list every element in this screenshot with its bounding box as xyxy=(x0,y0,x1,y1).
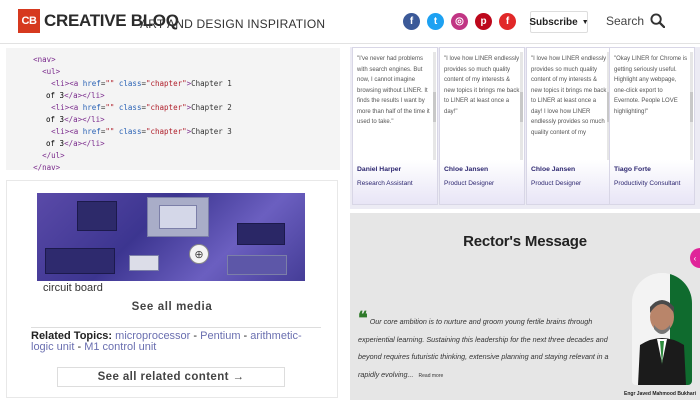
testimonial-name: Chloe Jansen xyxy=(444,166,489,173)
rector-message-text: Our core ambition is to nurture and groo… xyxy=(358,317,609,379)
testimonial-quote: "I love how LINER endlessly provides so … xyxy=(531,56,607,136)
testimonial-card[interactable]: "I've never had problems with search eng… xyxy=(352,47,438,205)
see-all-media-link[interactable]: See all media xyxy=(7,301,337,313)
testimonial-card[interactable]: "I love how LINER endlessly provides so … xyxy=(526,47,612,205)
code-line: </ul> xyxy=(42,151,65,160)
rector-portrait xyxy=(632,273,692,385)
see-all-related-button[interactable]: See all related content → xyxy=(57,367,285,387)
code-line: <li><a href="" class="chapter">Chapter 1 xyxy=(51,79,232,88)
related-topic-link[interactable]: M1 control unit xyxy=(84,341,156,353)
related-topics: Related Topics: microprocessor - Pentium… xyxy=(31,327,321,353)
facebook-icon[interactable]: f xyxy=(403,13,420,30)
testimonial-quote: "I've never had problems with search eng… xyxy=(357,56,430,125)
read-more-link[interactable]: Read more xyxy=(419,373,444,379)
code-line: <nav> xyxy=(33,55,56,64)
rector-message: ❝ Our core ambition is to nurture and gr… xyxy=(358,309,628,385)
related-topic-link[interactable]: Pentium xyxy=(200,330,240,342)
code-line: <ul> xyxy=(42,67,61,76)
testimonial-card[interactable]: "I love how LINER endlessly provides so … xyxy=(439,47,525,205)
rector-message-section: ‹ Rector's Message ❝ Our core ambition i… xyxy=(350,213,700,400)
testimonial-name: Chloe Jansen xyxy=(531,166,576,173)
testimonials-carousel: "I've never had problems with search eng… xyxy=(350,47,700,209)
instagram-icon[interactable]: ◎ xyxy=(451,13,468,30)
logo-mark: CB xyxy=(18,9,40,33)
code-line: <li><a href="" class="chapter">Chapter 3 xyxy=(51,127,232,136)
scrollbar[interactable] xyxy=(690,52,693,162)
code-snippet: <nav> <ul> <li><a href="" class="chapter… xyxy=(6,48,340,172)
code-line: <li><a href="" class="chapter">Chapter 2 xyxy=(51,103,232,112)
search-icon xyxy=(650,13,666,28)
code-line: </nav> xyxy=(33,163,61,172)
testimonial-role: Productivity Consultant xyxy=(614,180,681,187)
site-tagline: ART AND DESIGN INSPIRATION xyxy=(140,17,326,31)
search-label: Search xyxy=(606,13,645,28)
testimonial-card[interactable]: "Okay LINER for Chrome is getting seriou… xyxy=(609,47,695,205)
section-title: Rector's Message xyxy=(463,233,587,250)
flipboard-icon[interactable]: f xyxy=(499,13,516,30)
chevron-down-icon: ▼ xyxy=(581,18,589,26)
testimonial-quote: "I love how LINER endlessly provides so … xyxy=(444,56,520,115)
testimonial-quote: "Okay LINER for Chrome is getting seriou… xyxy=(614,56,688,115)
testimonial-role: Research Assistant xyxy=(357,180,413,187)
testimonial-role: Product Designer xyxy=(444,180,495,187)
subscribe-button[interactable]: Subscribe ▼ xyxy=(529,11,589,33)
image-caption: circuit board xyxy=(43,282,103,294)
rector-name: Engr Javed Mahmood Bukhari xyxy=(624,391,696,397)
subscribe-label: Subscribe xyxy=(529,16,578,28)
site-header: CB CREATIVE BLOQ ART AND DESIGN INSPIRAT… xyxy=(0,0,700,44)
zoom-icon[interactable]: ⊕ xyxy=(189,244,209,264)
media-card: ⊕ circuit board See all media Related To… xyxy=(6,180,338,398)
search-button[interactable]: Search xyxy=(606,13,666,28)
social-links: f t ◎ p f xyxy=(403,13,516,30)
scrollbar[interactable] xyxy=(433,52,436,162)
twitter-icon[interactable]: t xyxy=(427,13,444,30)
scrollbar[interactable] xyxy=(520,52,523,162)
quote-icon: ❝ xyxy=(358,308,368,328)
pinterest-icon[interactable]: p xyxy=(475,13,492,30)
testimonial-role: Product Designer xyxy=(531,180,582,187)
circuit-board-image[interactable]: ⊕ xyxy=(37,193,305,281)
testimonial-name: Tiago Forte xyxy=(614,166,651,173)
testimonial-name: Daniel Harper xyxy=(357,166,402,173)
chevron-left-icon[interactable]: ‹ xyxy=(690,248,700,268)
